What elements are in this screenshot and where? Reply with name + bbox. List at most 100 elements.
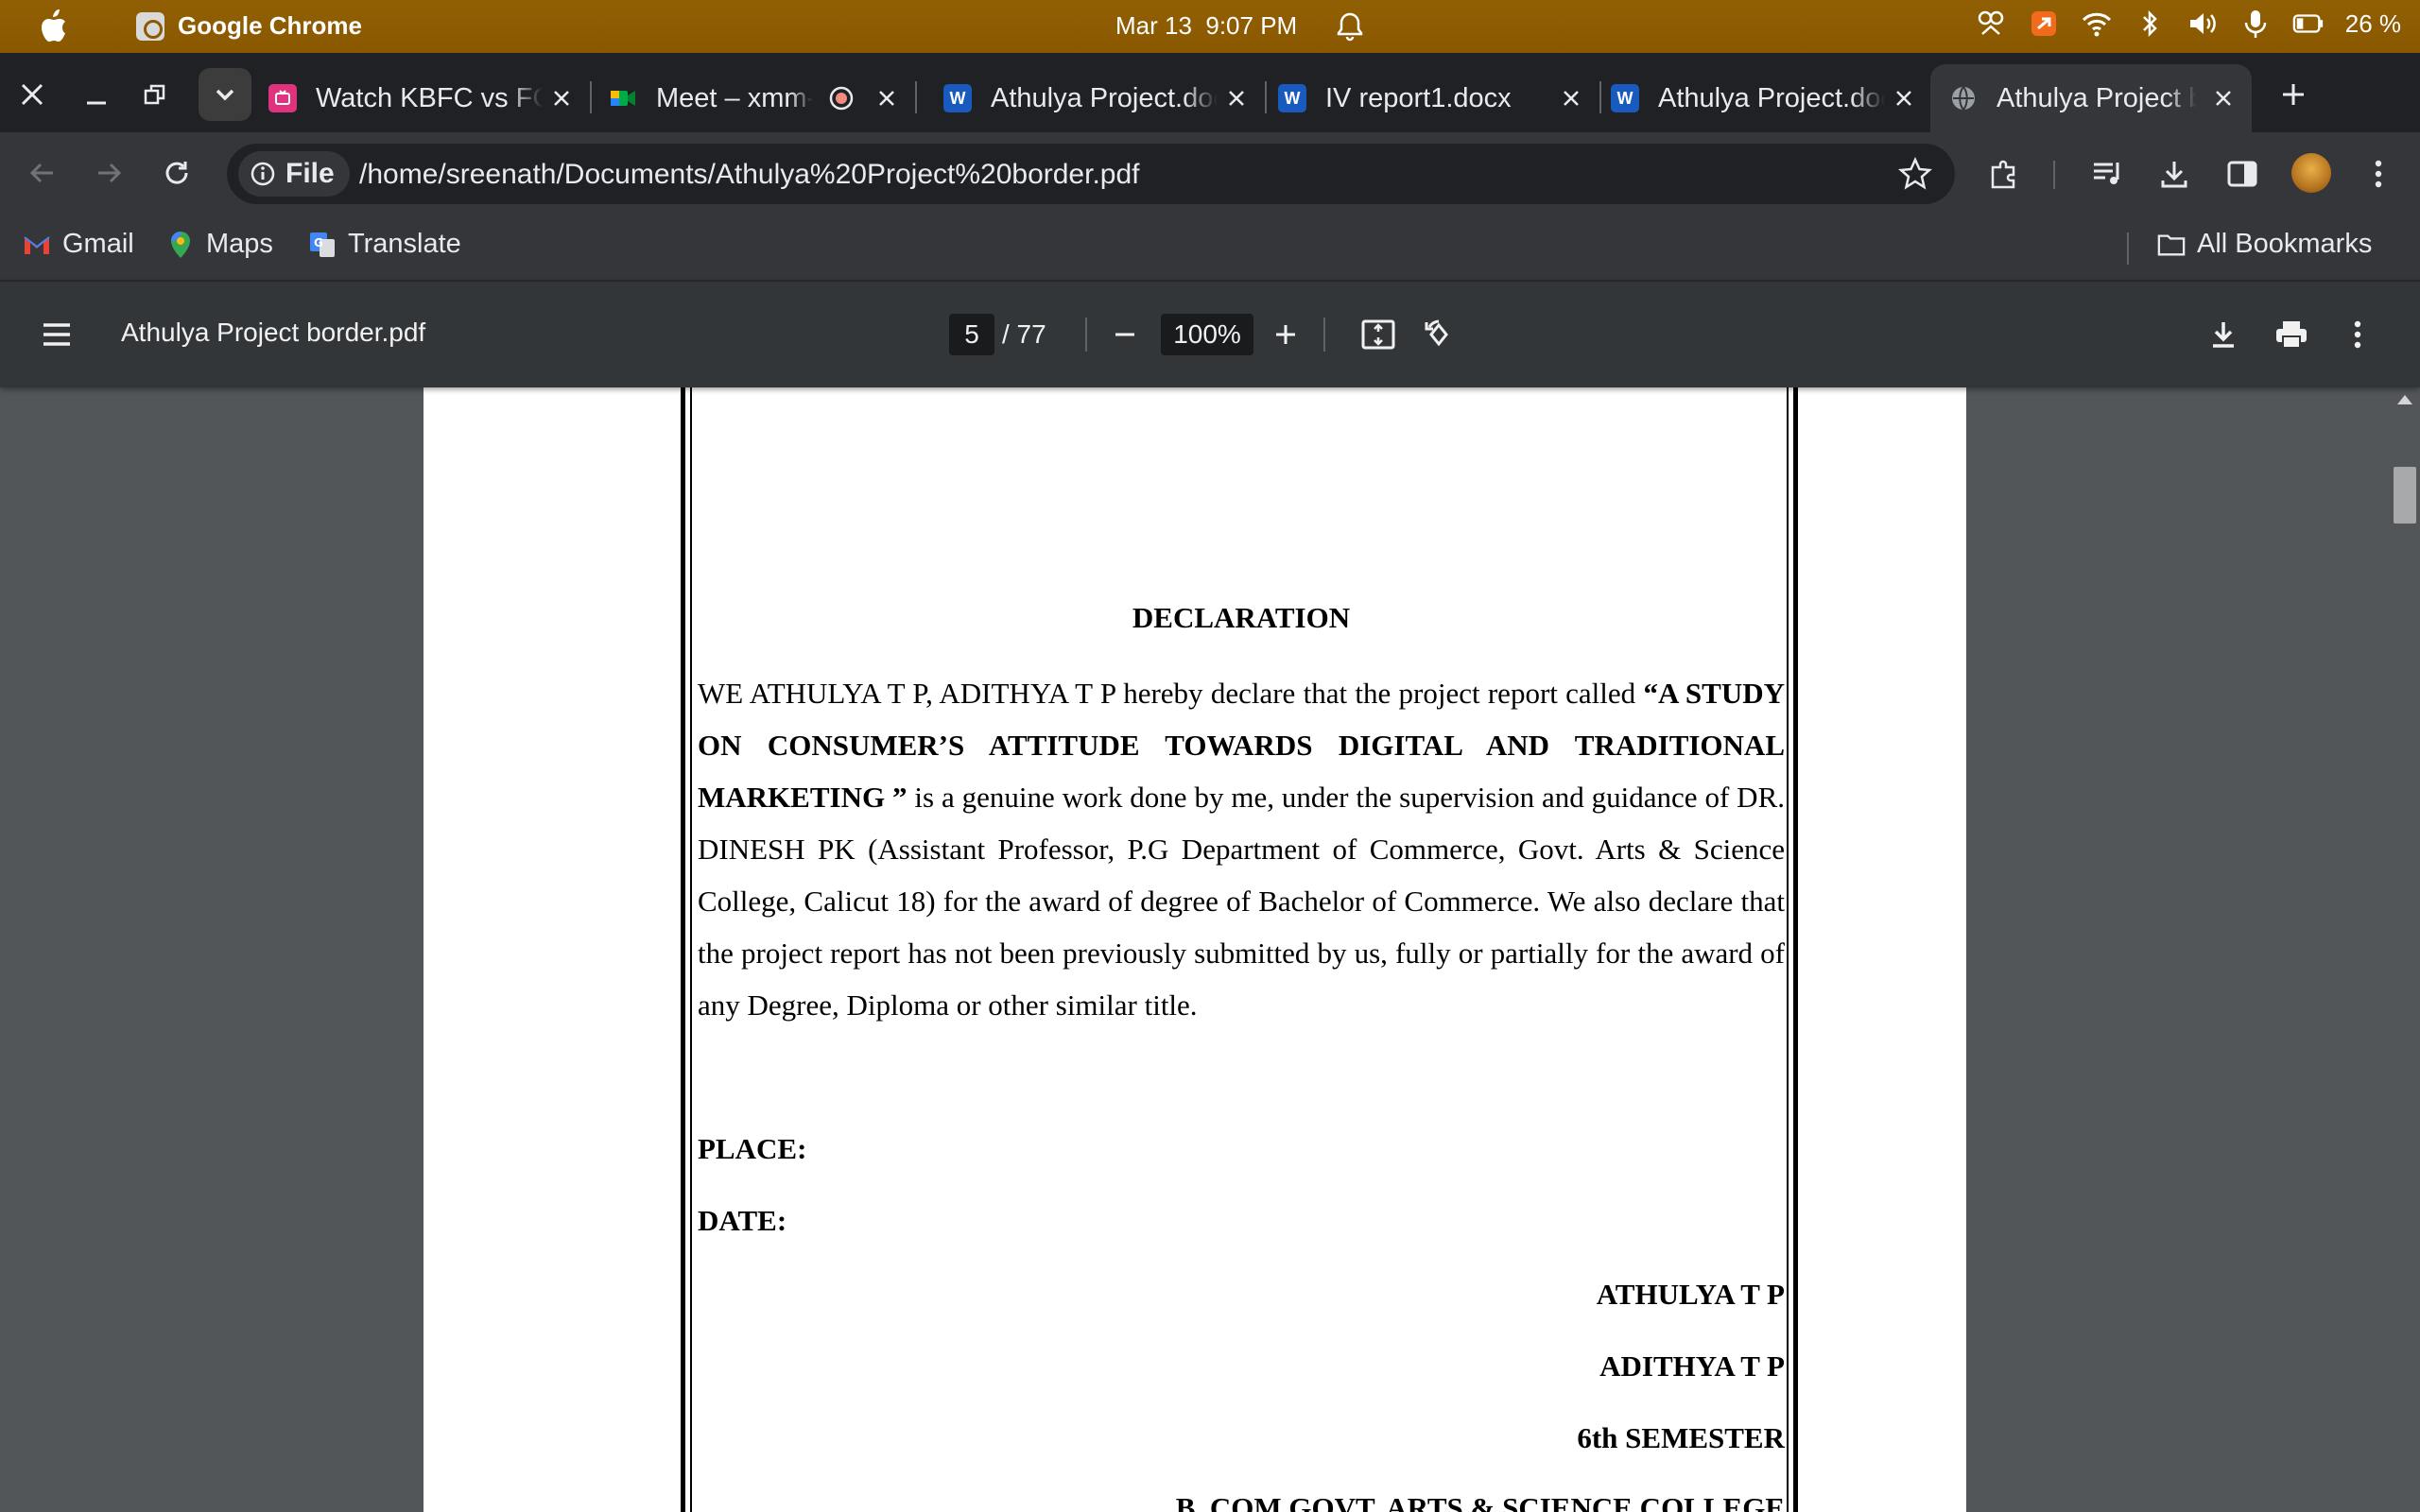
tab-close-icon[interactable] (1558, 85, 1584, 112)
tab-title: Athulya Project.docx (1658, 82, 1885, 113)
date-text: Mar 13 (1115, 11, 1192, 40)
new-tab-button[interactable] (2273, 74, 2314, 115)
date-time[interactable]: Mar 13 9:07 PM (1115, 11, 1297, 41)
svg-text:G: G (314, 236, 323, 249)
active-app-menu[interactable]: Google Chrome (136, 11, 362, 41)
tab-athulya-docx-1[interactable]: W Athulya Project.docx (943, 64, 1267, 132)
bluetooth-icon[interactable] (2134, 8, 2166, 40)
tab-athulya-pdf[interactable]: Athulya Project border.pdf (1930, 64, 2252, 132)
tab-close-icon[interactable] (1223, 85, 1250, 112)
back-button[interactable] (21, 151, 64, 195)
translate-icon: G (308, 231, 337, 259)
zoom-in-button[interactable] (1265, 314, 1306, 355)
window-minimize-button[interactable] (76, 74, 117, 115)
extension-tray-icon[interactable] (1975, 8, 2007, 40)
declaration-heading: DECLARATION (1132, 601, 1351, 634)
battery-percent: 26 % (2344, 9, 2401, 38)
tab-close-icon[interactable] (2210, 85, 2237, 112)
apple-icon[interactable] (38, 9, 68, 43)
system-tray: 26 % (1975, 8, 2401, 40)
microphone-icon[interactable] (2239, 8, 2272, 40)
reload-button[interactable] (155, 151, 199, 195)
rotate-button[interactable] (1418, 314, 1460, 355)
address-bar[interactable]: File /home/sreenath/Documents/Athulya%20… (227, 144, 1955, 204)
profile-avatar[interactable] (2291, 153, 2331, 193)
all-bookmarks-label: All Bookmarks (2197, 229, 2373, 259)
volume-icon[interactable] (2187, 8, 2219, 40)
page-border-right-inner (1787, 387, 1789, 1512)
info-icon (251, 162, 275, 186)
pdf-viewer-area[interactable]: DECLARATION WE ATHULYA T P, ADITHYA T P … (0, 387, 2420, 1512)
browser-toolbar: File /home/sreenath/Documents/Athulya%20… (0, 132, 2420, 214)
battery-icon[interactable] (2292, 8, 2325, 40)
url-text[interactable]: /home/sreenath/Documents/Athulya%20Proje… (359, 159, 1139, 191)
tab-separator (915, 81, 917, 113)
tab-iv-report[interactable]: W IV report1.docx (1278, 64, 1601, 132)
zoom-level-input[interactable]: 100% (1161, 314, 1253, 355)
tab-title: Watch KBFC vs FC Goa (316, 82, 543, 113)
os-top-bar: Google Chrome Mar 13 9:07 PM 26 % (0, 0, 2420, 53)
tab-title: Athulya Project border.pdf (1996, 82, 2197, 113)
live-video-icon (268, 84, 297, 112)
hamburger-menu-icon[interactable] (38, 316, 76, 353)
window-close-button[interactable] (11, 74, 53, 115)
tab-meet[interactable]: Meet – xmm-abcd-efg (609, 64, 917, 132)
tab-separator (590, 81, 592, 113)
print-button[interactable] (2271, 314, 2312, 355)
bookmark-translate[interactable]: G Translate (308, 229, 461, 260)
word-icon: W (943, 84, 972, 112)
tab-close-icon[interactable] (873, 85, 900, 112)
bookmark-gmail[interactable]: Gmail (23, 229, 134, 260)
side-panel-icon[interactable] (2221, 153, 2263, 195)
tab-title: Athulya Project.docx (991, 82, 1218, 113)
scroll-up-arrow-icon[interactable] (2397, 395, 2412, 404)
bookmarks-separator (2127, 232, 2129, 265)
screen-share-icon[interactable] (2028, 8, 2060, 40)
pdf-more-options-icon[interactable] (2337, 314, 2378, 355)
scrollbar-thumb[interactable] (2394, 467, 2416, 524)
tab-strip: Watch KBFC vs FC Goa Meet – xmm-abcd-efg… (0, 53, 2420, 132)
tab-athulya-docx-2[interactable]: W Athulya Project.docx (1611, 64, 1932, 132)
site-info-chip[interactable]: File (238, 151, 350, 197)
fit-to-page-button[interactable] (1357, 314, 1399, 355)
google-meet-icon (609, 84, 637, 112)
downloads-icon[interactable] (2153, 153, 2195, 195)
bookmark-maps[interactable]: Maps (166, 229, 273, 260)
pdf-toolbar-separator (1323, 318, 1325, 352)
pdf-page: DECLARATION WE ATHULYA T P, ADITHYA T P … (424, 387, 1966, 1512)
pdf-toolbar: Athulya Project border.pdf 5 / 77 100% (0, 282, 2420, 387)
all-bookmarks-button[interactable]: All Bookmarks (2157, 229, 2372, 260)
semester: 6th SEMESTER (1577, 1421, 1785, 1454)
para-intro: WE ATHULYA T P, ADITHYA T P hereby decla… (698, 677, 1644, 710)
signatory-1: ATHULYA T P (1596, 1278, 1785, 1311)
recording-indicator-icon (829, 86, 854, 111)
signatory-2: ADITHYA T P (1599, 1349, 1785, 1383)
maps-icon (166, 231, 195, 259)
date-label: DATE: (698, 1204, 787, 1237)
tab-search-button[interactable] (199, 68, 251, 121)
notification-bell-icon[interactable] (1333, 9, 1367, 43)
chrome-menu-icon[interactable] (2358, 153, 2399, 195)
window-restore-button[interactable] (134, 74, 176, 115)
app-name: Google Chrome (178, 11, 363, 40)
wifi-icon[interactable] (2081, 8, 2113, 40)
tab-close-icon[interactable] (1891, 85, 1917, 112)
zoom-out-button[interactable] (1104, 314, 1146, 355)
bookmarks-bar: Gmail Maps G Translate All Bookmarks (0, 214, 2420, 282)
time-text: 9:07 PM (1205, 11, 1298, 40)
download-pdf-button[interactable] (2203, 314, 2244, 355)
tab-close-icon[interactable] (548, 85, 575, 112)
tab-kbfc[interactable]: Watch KBFC vs FC Goa (268, 64, 592, 132)
vertical-scrollbar[interactable] (2390, 387, 2420, 1512)
page-border-left-outer (681, 387, 685, 1512)
para-rest: is a genuine work done by me, under the … (698, 781, 1785, 1022)
extensions-icon[interactable] (1983, 153, 2025, 195)
forward-button[interactable] (87, 151, 130, 195)
folder-icon (2157, 231, 2186, 259)
declaration-paragraph: WE ATHULYA T P, ADITHYA T P hereby decla… (698, 667, 1785, 1031)
college-name: B. COM GOVT. ARTS & SCIENCE COLLEGE (1175, 1491, 1785, 1512)
tab-separator (1599, 81, 1601, 113)
media-controls-icon[interactable] (2087, 153, 2129, 195)
page-number-input[interactable]: 5 (949, 314, 994, 355)
bookmark-star-icon[interactable] (1898, 157, 1932, 191)
